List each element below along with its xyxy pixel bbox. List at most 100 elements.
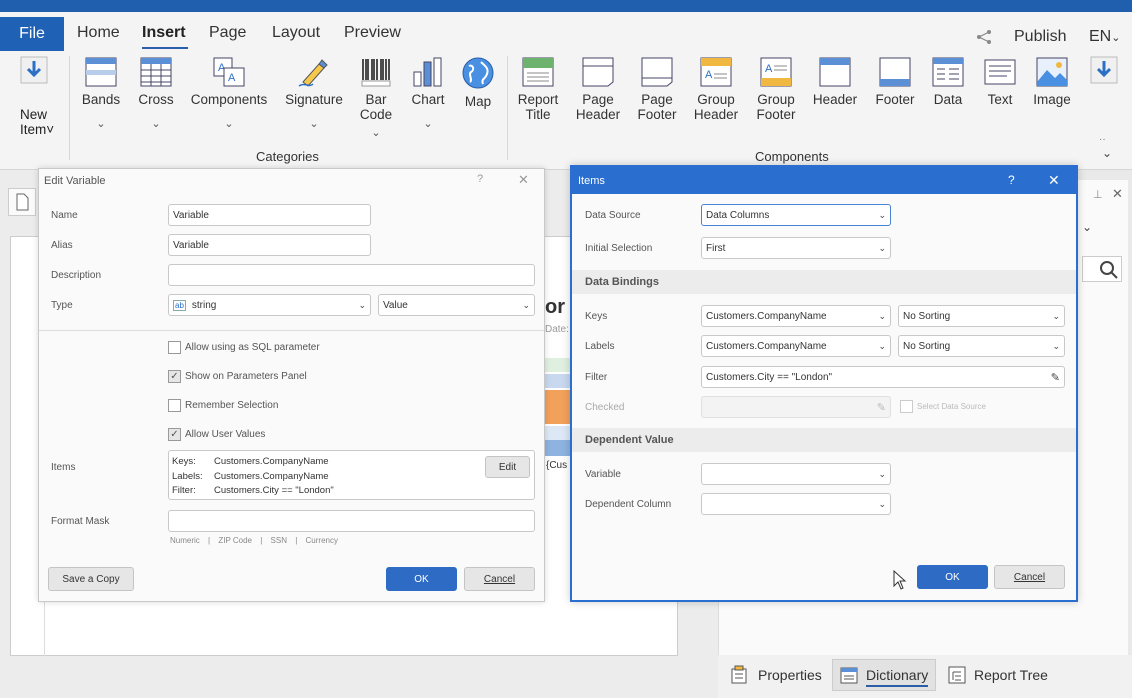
image-button[interactable]: Image xyxy=(1031,56,1073,107)
pencil-icon[interactable]: ✎ xyxy=(1051,371,1060,384)
components-button[interactable]: AA Components ⌄ xyxy=(190,56,268,132)
type-kind-select[interactable]: Value ⌄ xyxy=(378,294,535,316)
parameters-panel-checkbox[interactable]: ✓ xyxy=(168,370,181,383)
text-button[interactable]: Text xyxy=(981,56,1019,107)
map-button[interactable]: Map xyxy=(459,56,497,109)
tab-insert[interactable]: Insert xyxy=(142,24,186,42)
tab-page[interactable]: Page xyxy=(209,24,246,42)
bands-button[interactable]: Bands ⌄ xyxy=(80,56,122,132)
chevron-down-icon: ⌄ xyxy=(878,310,886,321)
items-cancel-button[interactable]: Cancel xyxy=(994,565,1065,589)
filter-field[interactable]: Customers.City == "London" ✎ xyxy=(701,366,1065,388)
page-header-label-2: Header xyxy=(575,107,621,122)
help-icon[interactable]: ? xyxy=(477,173,483,185)
language-selector[interactable]: EN⌄ xyxy=(1089,28,1120,46)
group-footer-button[interactable]: A Group Footer xyxy=(753,56,799,122)
group-header-button[interactable]: A Group Header xyxy=(693,56,739,122)
checked-field[interactable]: ✎ xyxy=(701,396,891,418)
components-icon: AA xyxy=(213,57,245,87)
select-data-source-label: Select Data Source xyxy=(917,402,986,411)
tab-properties[interactable]: Properties xyxy=(758,667,822,683)
labels-sort-select[interactable]: No Sorting ⌄ xyxy=(898,335,1065,357)
group-header-label: Group xyxy=(697,92,735,107)
share-icon[interactable] xyxy=(975,28,993,51)
close-icon[interactable]: ✕ xyxy=(1048,172,1060,189)
signature-button[interactable]: Signature ⌄ xyxy=(283,56,345,132)
new-page-button[interactable] xyxy=(8,188,36,216)
search-box[interactable] xyxy=(1082,256,1122,282)
chart-button[interactable]: Chart ⌄ xyxy=(409,56,447,132)
labels-label: Labels xyxy=(585,341,615,352)
remember-selection-checkbox[interactable] xyxy=(168,399,181,412)
barcode-button[interactable]: Bar Code ⌄ xyxy=(357,56,395,141)
mask-hint-zip[interactable]: ZIP Code xyxy=(218,536,252,545)
close-icon[interactable]: ✕ xyxy=(1112,186,1123,202)
mask-hint-numeric[interactable]: Numeric xyxy=(170,536,200,545)
mask-hint-ssn[interactable]: SSN xyxy=(271,536,287,545)
pencil-icon: ✎ xyxy=(876,401,886,414)
items-ok-button[interactable]: OK xyxy=(917,565,988,589)
chevron-down-icon: ⌄ xyxy=(878,468,886,479)
page-header-button[interactable]: Page Header xyxy=(574,56,622,122)
items-summary-lines: Keys: Customers.CompanyName Labels: Custom… xyxy=(172,455,334,499)
file-tab[interactable]: File xyxy=(0,17,64,51)
initial-selection-select[interactable]: First ⌄ xyxy=(701,237,891,259)
mask-hint-currency[interactable]: Currency xyxy=(306,536,338,545)
tab-home[interactable]: Home xyxy=(77,24,120,42)
pin-icon[interactable]: ⊥ xyxy=(1093,188,1103,201)
new-item-button[interactable]: New Item˅ xyxy=(20,56,54,137)
header-button[interactable]: Header xyxy=(811,56,859,107)
dependent-column-select[interactable]: ⌄ xyxy=(701,493,891,515)
report-title-button[interactable]: Report Title xyxy=(514,56,562,122)
format-mask-field[interactable] xyxy=(168,510,535,532)
tab-layout[interactable]: Layout xyxy=(272,24,320,42)
cancel-button[interactable]: Cancel xyxy=(464,567,535,591)
cus-fragment: {Cus xyxy=(546,460,568,471)
chevron-down-icon: ⌄ xyxy=(151,118,161,130)
signature-icon xyxy=(298,59,328,87)
page-footer-button[interactable]: Page Footer xyxy=(634,56,680,122)
tab-report-tree[interactable]: Report Tree xyxy=(974,667,1048,683)
close-icon[interactable]: ✕ xyxy=(518,172,529,188)
dependent-column-label: Dependent Column xyxy=(585,499,672,510)
labels-select[interactable]: Customers.CompanyName ⌄ xyxy=(701,335,891,357)
barcode-icon xyxy=(361,59,391,87)
tab-preview[interactable]: Preview xyxy=(344,24,401,42)
footer-button[interactable]: Footer xyxy=(872,56,918,107)
components-group-label: Components xyxy=(755,149,829,164)
allow-user-values-checkbox[interactable]: ✓ xyxy=(168,428,181,441)
report-title-icon xyxy=(522,57,554,87)
type-select[interactable]: ab string ⌄ xyxy=(168,294,371,316)
variable-select[interactable]: ⌄ xyxy=(701,463,891,485)
select-data-source-checkbox[interactable] xyxy=(900,400,913,413)
data-source-select[interactable]: Data Columns ⌄ xyxy=(701,204,891,226)
publish-button[interactable]: Publish xyxy=(1014,28,1066,46)
format-mask-label: Format Mask xyxy=(51,516,110,527)
ribbon-overflow-icon[interactable]: ·· xyxy=(1099,134,1106,145)
name-field[interactable]: Variable xyxy=(168,204,371,226)
help-icon[interactable]: ? xyxy=(1008,173,1015,187)
name-value: Variable xyxy=(173,209,209,221)
allow-user-values-label: Allow User Values xyxy=(185,429,266,440)
header-label: Header xyxy=(812,92,858,107)
tab-dictionary[interactable]: Dictionary xyxy=(866,667,928,683)
sql-parameter-checkbox[interactable] xyxy=(168,341,181,354)
keys-sort-select[interactable]: No Sorting ⌄ xyxy=(898,305,1065,327)
edit-items-button[interactable]: Edit xyxy=(485,456,530,478)
chevron-down-icon[interactable]: ⌄ xyxy=(1102,146,1112,160)
type-value: string xyxy=(191,299,217,311)
string-type-icon: ab xyxy=(173,299,186,311)
save-copy-button[interactable]: Save a Copy xyxy=(48,567,134,591)
page-footer-icon xyxy=(641,57,673,87)
bands-label: Bands xyxy=(81,92,121,107)
ribbon-more-button[interactable] xyxy=(1090,56,1118,89)
alias-field[interactable]: Variable xyxy=(168,234,371,256)
data-icon xyxy=(932,57,964,87)
keys-sort-value: No Sorting xyxy=(903,310,951,322)
keys-select[interactable]: Customers.CompanyName ⌄ xyxy=(701,305,891,327)
data-button[interactable]: Data xyxy=(929,56,967,107)
ok-button[interactable]: OK xyxy=(386,567,457,591)
description-field[interactable] xyxy=(168,264,535,286)
chevron-down-icon[interactable]: ⌄ xyxy=(1082,220,1092,234)
cross-button[interactable]: Cross ⌄ xyxy=(136,56,176,132)
